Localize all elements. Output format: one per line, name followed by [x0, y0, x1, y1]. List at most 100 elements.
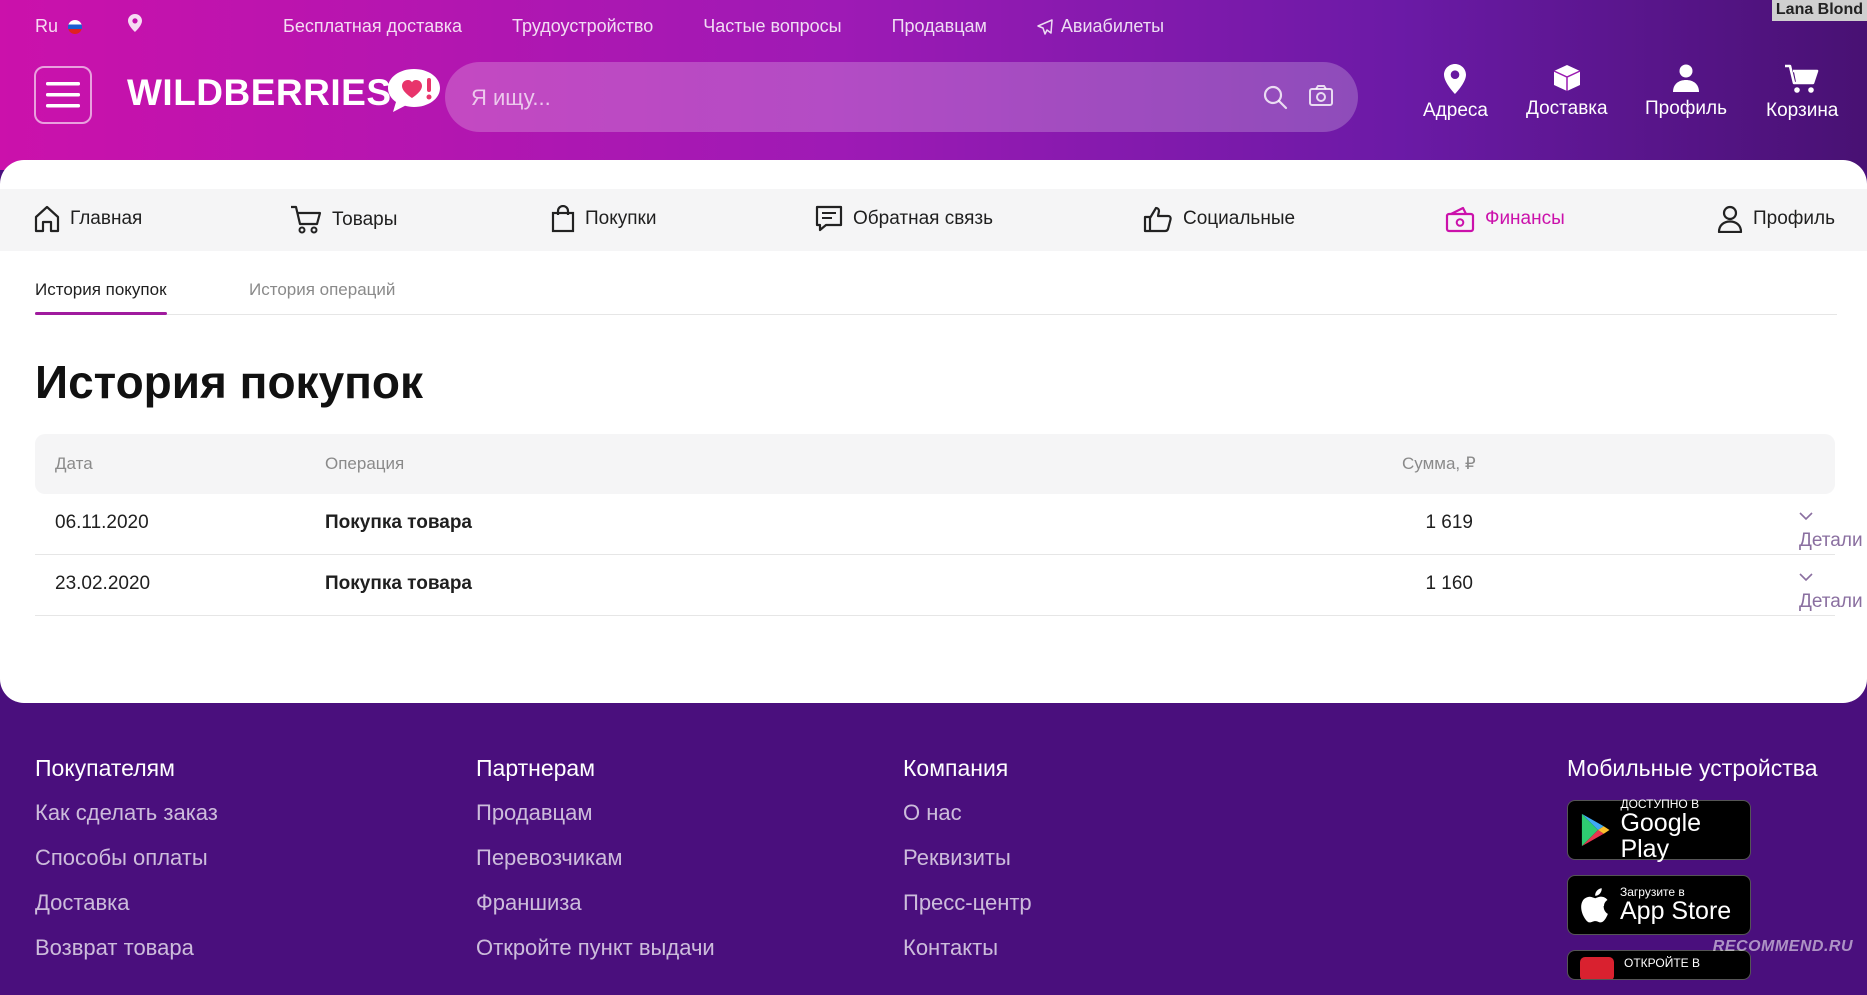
footer-partners: Партнерам Продавцам Перевозчикам Франшиз… — [476, 755, 715, 980]
cart-outline-icon — [291, 205, 322, 234]
row-details-button[interactable]: Детали — [1799, 512, 1863, 551]
footer-buyers-title: Покупателям — [35, 755, 175, 781]
table-header: Дата Операция Сумма, ₽ — [35, 434, 1835, 494]
message-icon — [815, 205, 843, 232]
table-row: 06.11.2020 Покупка товара 1 619 Детали — [35, 494, 1863, 555]
account-nav: Главная Товары Покупки Обратная связь Со… — [0, 189, 1867, 251]
site-footer: Покупателям Как сделать заказ Способы оп… — [0, 703, 1867, 980]
footer-mobile-title: Мобильные устройства — [1567, 755, 1818, 781]
col-amount-header: Сумма, ₽ — [1402, 454, 1476, 473]
nav-item-social-label: Социальные — [1183, 208, 1296, 229]
nav-item-feedback[interactable]: Обратная связь — [815, 205, 993, 233]
header-addresses-label: Адреса — [1423, 100, 1488, 121]
tab-purchase-history[interactable]: История покупок — [35, 280, 167, 315]
site-header: Ru Бесплатная доставка Трудоустройство Ч… — [0, 0, 1867, 170]
app-store-big: App Store — [1620, 897, 1732, 925]
toplink-free-delivery[interactable]: Бесплатная доставка — [283, 16, 462, 37]
col-date-header: Дата — [55, 454, 93, 473]
recommend-watermark: RECOMMEND.RU — [1712, 938, 1853, 955]
nav-item-goods[interactable]: Товары — [290, 205, 397, 235]
user-icon — [1673, 64, 1700, 92]
google-play-badge[interactable]: ДОСТУПНО В Google Play — [1567, 798, 1751, 863]
app-gallery-icon — [1580, 957, 1614, 979]
header-profile-label: Профиль — [1645, 98, 1728, 119]
nav-item-profile-label: Профиль — [1753, 208, 1836, 229]
nav-item-purchases[interactable]: Покупки — [551, 205, 656, 233]
wildberries-logo[interactable]: WILDBERRIES — [127, 69, 444, 114]
footer-link-carriers[interactable]: Перевозчикам — [476, 845, 715, 871]
cart-icon — [1785, 64, 1819, 93]
header-cart-label: Корзина — [1766, 100, 1839, 121]
table-row: 23.02.2020 Покупка товара 1 160 Детали — [35, 555, 1863, 616]
footer-mobile: Мобильные устройства ДОСТУПНО В Google P… — [1567, 755, 1818, 995]
third-store-small: ОТКРОЙТЕ В — [1624, 956, 1701, 970]
toplink-faq[interactable]: Частые вопросы — [703, 16, 841, 37]
nav-item-home[interactable]: Главная — [34, 205, 142, 233]
row-amount: 1 619 — [1425, 512, 1473, 533]
footer-link-how-to-order[interactable]: Как сделать заказ — [35, 800, 218, 826]
location-pin-icon[interactable] — [128, 14, 142, 37]
tab-operations-history[interactable]: История операций — [249, 280, 395, 300]
footer-link-contacts[interactable]: Контакты — [903, 935, 1032, 961]
app-store-badge[interactable]: Загрузите в App Store — [1567, 875, 1751, 935]
google-play-big: Google Play — [1620, 809, 1702, 863]
footer-link-delivery[interactable]: Доставка — [35, 890, 218, 916]
nav-item-feedback-label: Обратная связь — [853, 208, 993, 229]
plane-icon — [1037, 18, 1053, 35]
header-cart[interactable]: Корзина — [1766, 64, 1838, 122]
home-icon — [34, 205, 60, 233]
footer-link-franchise[interactable]: Франшиза — [476, 890, 715, 916]
toplink-jobs[interactable]: Трудоустройство — [512, 16, 653, 37]
footer-link-requisites[interactable]: Реквизиты — [903, 845, 1032, 871]
row-operation: Покупка товара — [325, 573, 472, 594]
footer-company-title: Компания — [903, 755, 1009, 781]
nav-item-profile[interactable]: Профиль — [1717, 205, 1835, 233]
header-profile[interactable]: Профиль — [1645, 64, 1727, 120]
hamburger-icon — [46, 82, 80, 108]
nav-item-social[interactable]: Социальные — [1143, 205, 1295, 233]
language-selector[interactable]: Ru — [35, 16, 83, 37]
nav-item-home-label: Главная — [70, 208, 143, 229]
search-input[interactable] — [469, 62, 1213, 134]
toplink-sellers[interactable]: Продавцам — [892, 16, 987, 37]
footer-buyers: Покупателям Как сделать заказ Способы оп… — [35, 755, 218, 980]
chevron-down-icon — [1799, 573, 1813, 582]
footer-link-about[interactable]: О нас — [903, 800, 1032, 826]
nav-item-finance[interactable]: Финансы — [1445, 205, 1565, 233]
logo-heart-icon — [387, 69, 440, 112]
search-icon[interactable] — [1262, 84, 1288, 115]
footer-link-sellers[interactable]: Продавцам — [476, 800, 715, 826]
footer-company: Компания О нас Реквизиты Пресс-центр Кон… — [903, 755, 1032, 980]
profile-outline-icon — [1717, 205, 1743, 233]
google-play-icon — [1581, 813, 1610, 847]
menu-button[interactable] — [34, 66, 92, 124]
footer-link-press[interactable]: Пресс-центр — [903, 890, 1032, 916]
toplink-airtickets-label: Авиабилеты — [1060, 16, 1165, 36]
camera-search-icon[interactable] — [1308, 84, 1334, 113]
row-details-label: Детали — [1799, 530, 1863, 551]
wallet-icon — [1445, 206, 1475, 233]
page-title: История покупок — [35, 356, 424, 408]
footer-link-open-pickup[interactable]: Откройте пункт выдачи — [476, 935, 715, 961]
row-date: 23.02.2020 — [55, 573, 151, 594]
content-card: Главная Товары Покупки Обратная связь Со… — [0, 160, 1867, 703]
nav-item-purchases-label: Покупки — [585, 208, 657, 229]
toplink-airtickets[interactable]: Авиабилеты — [1037, 16, 1164, 37]
language-label: Ru — [35, 16, 59, 36]
footer-link-returns[interactable]: Возврат товара — [35, 935, 218, 961]
footer-link-payment[interactable]: Способы оплаты — [35, 845, 218, 871]
row-amount: 1 160 — [1425, 573, 1473, 594]
shopping-bag-icon — [551, 205, 575, 233]
row-details-button[interactable]: Детали — [1799, 573, 1863, 612]
search-bar — [445, 62, 1358, 134]
map-pin-icon — [1444, 64, 1467, 94]
col-operation-header: Операция — [325, 454, 405, 473]
header-addresses[interactable]: Адреса — [1423, 64, 1488, 122]
nav-item-finance-label: Финансы — [1485, 208, 1565, 229]
chevron-down-icon — [1799, 512, 1813, 521]
box-icon — [1553, 65, 1581, 91]
header-delivery[interactable]: Доставка — [1526, 64, 1608, 120]
russia-flag-icon — [68, 19, 83, 34]
row-operation: Покупка товара — [325, 512, 472, 533]
nav-item-goods-label: Товары — [332, 209, 398, 230]
